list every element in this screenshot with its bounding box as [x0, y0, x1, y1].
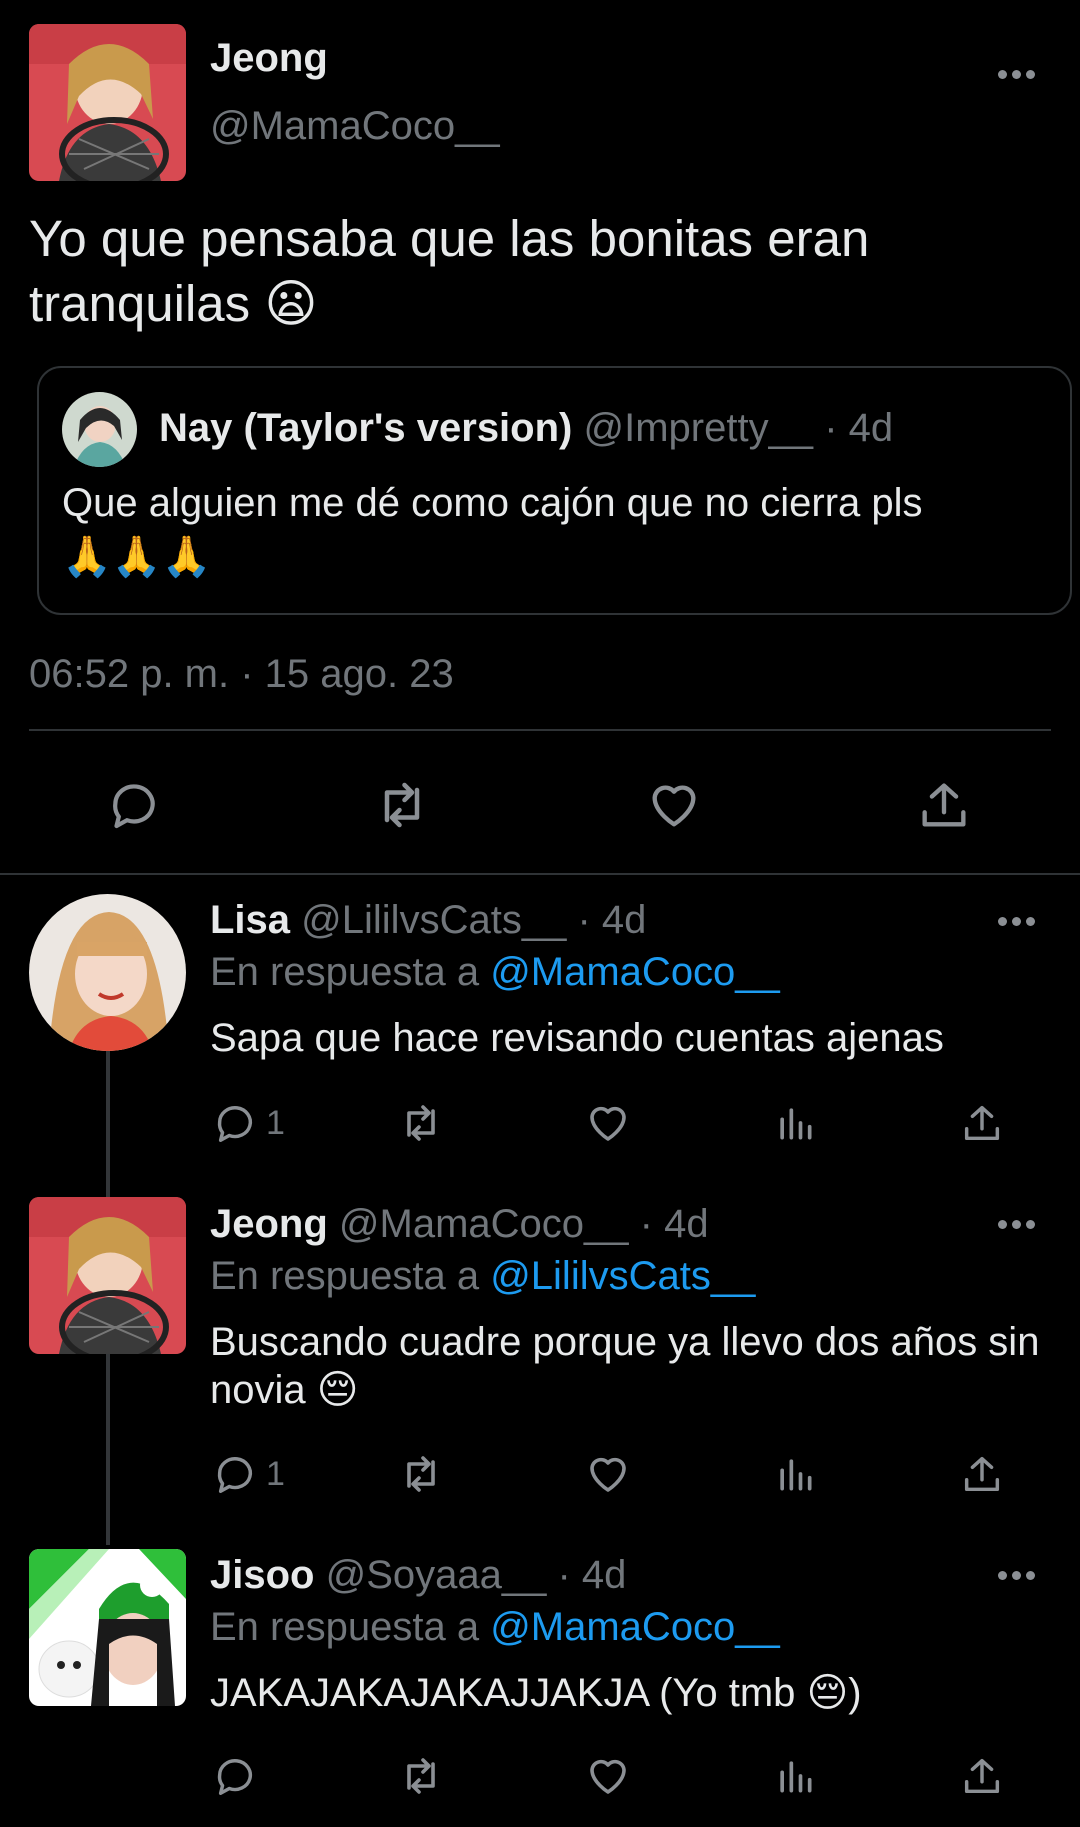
reply-text: Buscando cuadre porque ya llevo dos años… [210, 1318, 1050, 1414]
pensive-emoji-icon: 😔 [806, 1671, 849, 1715]
divider [0, 873, 1080, 875]
reply-icon[interactable] [212, 1752, 258, 1800]
more-options-icon[interactable] [998, 1220, 1038, 1232]
replying-to-label: En respuesta a [210, 950, 480, 994]
replying-to-link[interactable]: @LililvsCats__ [490, 1254, 755, 1298]
views-icon[interactable] [771, 1099, 819, 1147]
quote-avatar [62, 392, 137, 467]
replying-to-link[interactable]: @MamaCoco__ [490, 1605, 780, 1649]
retweet-icon[interactable] [397, 1450, 445, 1498]
tweet-timestamp[interactable]: 06:52 p. m. · 15 ago. 23 [29, 652, 454, 697]
reply-author-name[interactable]: Jisoo [210, 1553, 314, 1597]
quote-text: Que alguien me dé como cajón que no cier… [62, 476, 1052, 584]
retweet-icon[interactable] [397, 1099, 445, 1147]
reply-header: Lisa @LililvsCats__ · 4d [210, 898, 646, 943]
reply-author-handle[interactable]: @Soyaaa__ [326, 1553, 547, 1597]
quote-text-body: Que alguien me dé como cajón que no cier… [62, 481, 923, 525]
replying-to-label: En respuesta a [210, 1254, 480, 1298]
reply-header: Jisoo @Soyaaa__ · 4d [210, 1553, 626, 1598]
reply-icon[interactable]: 1 [212, 1099, 285, 1147]
reply-text: JAKAJAKAJAKAJJAKJA (Yo tmb 😔) [210, 1669, 1050, 1717]
reply-text-body: Sapa que hace revisando cuentas ajenas [210, 1016, 944, 1060]
share-icon[interactable] [958, 1099, 1006, 1147]
views-icon[interactable] [771, 1752, 819, 1800]
views-icon[interactable] [771, 1450, 819, 1498]
author-name[interactable]: Jeong [210, 36, 328, 81]
reply-avatar[interactable] [29, 1197, 186, 1354]
more-options-icon[interactable] [998, 917, 1038, 929]
share-icon[interactable] [958, 1450, 1006, 1498]
replying-to-link[interactable]: @MamaCoco__ [490, 950, 780, 994]
reply-header: Jeong @MamaCoco__ · 4d [210, 1202, 709, 1247]
reply-author-name[interactable]: Jeong [210, 1202, 328, 1246]
reply-text-body: JAKAJAKAJAKAJJAKJA (Yo tmb [210, 1671, 796, 1715]
like-icon[interactable] [644, 775, 704, 835]
replying-to: En respuesta a @MamaCoco__ [210, 950, 780, 995]
tweet-text: Yo que pensaba que las bonitas eran tran… [29, 206, 1029, 336]
reply-count: 1 [266, 1454, 285, 1493]
frown-emoji-icon: 😦 [264, 275, 318, 332]
like-icon[interactable] [584, 1450, 632, 1498]
reply-count: 1 [266, 1103, 285, 1142]
reply-avatar[interactable] [29, 1549, 186, 1706]
quote-time: · 4d [824, 406, 894, 450]
reply-avatar[interactable] [29, 894, 186, 1051]
thread-line [106, 1050, 110, 1205]
author-handle[interactable]: @MamaCoco__ [210, 104, 500, 149]
quote-header: Nay (Taylor's version) @Impretty__ · 4d [159, 406, 893, 451]
quote-author-name[interactable]: Nay (Taylor's version) [159, 406, 572, 450]
more-options-icon[interactable] [998, 1571, 1038, 1583]
main-avatar[interactable] [29, 24, 186, 181]
tweet-text-body: Yo que pensaba que las bonitas eran tran… [29, 210, 870, 332]
reply-icon[interactable]: 1 [212, 1450, 285, 1498]
reply-time: · 4d [557, 1553, 627, 1597]
reply-time: · 4d [639, 1202, 709, 1246]
reply-icon[interactable] [104, 775, 164, 835]
reply-author-name[interactable]: Lisa [210, 898, 290, 942]
share-icon[interactable] [914, 775, 974, 835]
share-icon[interactable] [958, 1752, 1006, 1800]
retweet-icon[interactable] [397, 1752, 445, 1800]
replying-to-label: En respuesta a [210, 1605, 480, 1649]
reply-time: · 4d [577, 898, 647, 942]
pensive-emoji-icon: 😔 [316, 1368, 359, 1412]
retweet-icon[interactable] [372, 775, 432, 835]
reply-text: Sapa que hace revisando cuentas ajenas [210, 1014, 1050, 1062]
thread-line [106, 1353, 110, 1545]
reply-author-handle[interactable]: @LililvsCats__ [301, 898, 566, 942]
like-icon[interactable] [584, 1752, 632, 1800]
replying-to: En respuesta a @LililvsCats__ [210, 1254, 755, 1299]
quote-author-handle[interactable]: @Impretty__ [583, 406, 813, 450]
reply-text-end: ) [848, 1671, 862, 1715]
replying-to: En respuesta a @MamaCoco__ [210, 1605, 780, 1650]
divider [29, 729, 1051, 731]
pray-emoji-icon: 🙏🙏🙏 [62, 535, 212, 579]
reply-author-handle[interactable]: @MamaCoco__ [339, 1202, 629, 1246]
more-options-icon[interactable] [998, 70, 1038, 82]
like-icon[interactable] [584, 1099, 632, 1147]
